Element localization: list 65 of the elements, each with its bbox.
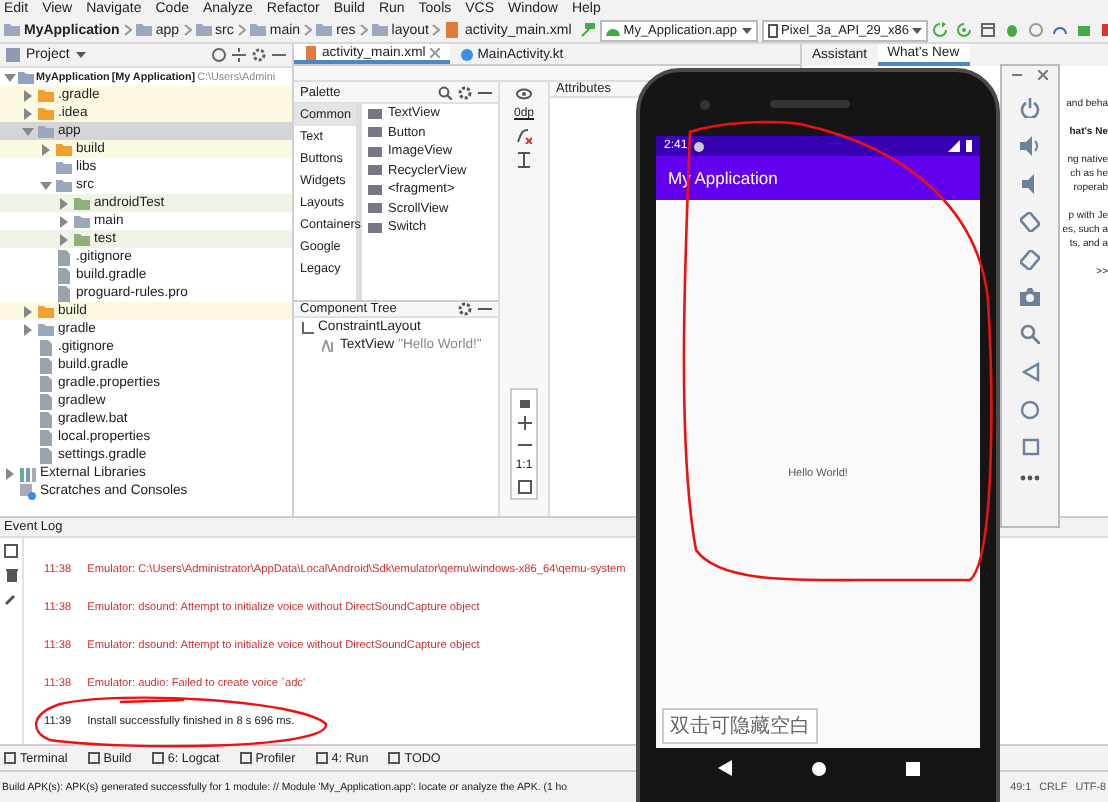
folder-icon <box>135 22 152 38</box>
power-icon[interactable] <box>1020 98 1040 118</box>
expand-arrow-icon[interactable] <box>40 143 52 155</box>
hammer-icon[interactable] <box>579 22 596 38</box>
hand-drawn-underline <box>119 698 185 704</box>
layout-file-icon <box>444 22 461 38</box>
battery-icon <box>966 140 972 152</box>
gauge-icon[interactable] <box>1052 22 1069 38</box>
zoom-out-icon[interactable] <box>517 438 531 452</box>
dropdown-arrow-icon[interactable] <box>912 25 923 35</box>
dropdown-arrow-icon[interactable] <box>75 50 86 60</box>
chevron-icon <box>304 24 313 36</box>
fit-screen-icon[interactable] <box>517 480 531 494</box>
folder-icon <box>249 22 266 38</box>
zoom-icon[interactable] <box>1020 324 1040 344</box>
camera-lens-icon <box>700 99 710 109</box>
android-icon <box>605 24 620 36</box>
minimize-icon[interactable] <box>1012 70 1022 80</box>
kotlin-file-icon <box>459 47 474 61</box>
minimize-icon[interactable] <box>478 302 492 316</box>
layout-file-icon <box>304 45 318 59</box>
chevron-icon <box>359 24 368 36</box>
folder-icon <box>316 22 333 38</box>
search-icon[interactable] <box>438 85 452 99</box>
more-icon[interactable] <box>1020 474 1040 482</box>
volume-down-icon[interactable] <box>1020 174 1040 194</box>
scratch-icon <box>20 483 36 499</box>
volume-up-icon[interactable] <box>1020 136 1040 156</box>
chevron-icon <box>183 24 192 36</box>
text-icon <box>322 339 336 351</box>
rotate-right-icon[interactable] <box>1020 250 1040 270</box>
notification-icon <box>693 141 704 151</box>
chevron-icon <box>123 24 132 36</box>
bug-icon[interactable] <box>1004 22 1021 38</box>
text-cursor-icon[interactable] <box>518 152 530 168</box>
collapse-icon[interactable] <box>232 48 246 62</box>
back-icon[interactable] <box>717 760 731 776</box>
expand-arrow-icon[interactable] <box>4 467 16 479</box>
folder-icon <box>195 22 212 38</box>
library-icon <box>20 465 36 481</box>
toast-message: 双击可隐藏空白 <box>662 708 818 744</box>
camera-icon[interactable] <box>1020 288 1040 306</box>
collapse-arrow-icon[interactable] <box>40 179 52 191</box>
refresh-icon[interactable] <box>956 22 973 38</box>
close-icon[interactable] <box>429 47 440 57</box>
trash-icon[interactable] <box>5 568 17 582</box>
collapse-arrow-icon[interactable] <box>4 71 16 83</box>
overview-icon[interactable] <box>905 761 919 775</box>
eye-icon[interactable] <box>516 88 532 100</box>
phone-icon <box>767 23 778 37</box>
refresh-icon[interactable] <box>932 22 949 38</box>
zoom-in-icon[interactable] <box>517 416 531 430</box>
minimize-icon[interactable] <box>272 48 286 62</box>
clear-constraints-icon[interactable] <box>516 128 532 144</box>
collapse-arrow-icon[interactable] <box>22 125 34 137</box>
close-icon[interactable] <box>1038 70 1048 80</box>
rotate-left-icon[interactable] <box>1020 212 1040 232</box>
home-icon[interactable] <box>811 761 825 775</box>
signal-icon <box>948 140 960 152</box>
chevron-icon <box>432 24 441 36</box>
chevron-icon <box>237 24 246 36</box>
folder-icon <box>4 22 20 38</box>
dropdown-arrow-icon[interactable] <box>741 25 752 35</box>
target-icon[interactable] <box>212 48 226 62</box>
folder-icon <box>371 22 388 38</box>
